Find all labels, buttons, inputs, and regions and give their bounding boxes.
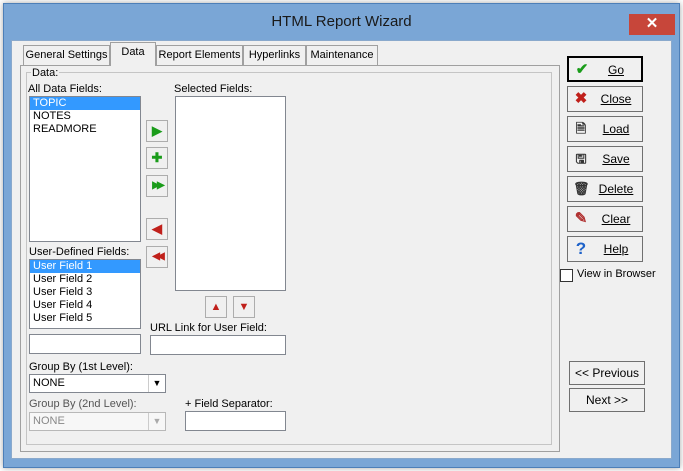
- arrow-up-icon: ▲: [210, 301, 222, 313]
- chevron-down-icon[interactable]: ▼: [148, 413, 165, 430]
- group-by-1-label: Group By (1st Level):: [29, 361, 133, 373]
- list-item[interactable]: User Field 2: [30, 273, 140, 286]
- save-document-icon: 🖫: [575, 151, 587, 166]
- tab-hyperlinks[interactable]: Hyperlinks: [243, 45, 306, 65]
- view-in-browser-label[interactable]: View in Browser: [577, 268, 656, 280]
- tab-report-elements[interactable]: Report Elements: [156, 45, 243, 65]
- remove-field-button[interactable]: ◀: [146, 218, 168, 240]
- document-icon: 🗎: [575, 121, 587, 136]
- list-item[interactable]: User Field 1: [30, 260, 140, 273]
- double-arrow-right-icon: ▶▶: [152, 180, 165, 191]
- url-link-label: URL Link for User Field:: [150, 322, 267, 334]
- double-arrow-left-icon: ◀◀: [152, 251, 165, 262]
- user-field-name-input[interactable]: [29, 334, 141, 354]
- user-defined-fields-label: User-Defined Fields:: [29, 246, 130, 258]
- list-item[interactable]: User Field 3: [30, 286, 140, 299]
- clear-button-label: Clear: [601, 212, 631, 226]
- save-button-label: Save: [602, 152, 630, 166]
- clear-button[interactable]: ✎ Clear: [567, 206, 643, 232]
- selected-fields-list[interactable]: [175, 96, 286, 291]
- check-icon: ✔: [575, 61, 589, 78]
- close-button-label: Close: [600, 92, 632, 106]
- move-up-button[interactable]: ▲: [205, 296, 227, 318]
- load-button[interactable]: 🗎 Load: [567, 116, 643, 142]
- list-item[interactable]: READMORE: [30, 123, 140, 136]
- add-plus-button[interactable]: ✚: [146, 147, 168, 169]
- add-all-fields-button[interactable]: ▶▶: [146, 175, 168, 197]
- go-button-label: Go: [607, 63, 624, 77]
- close-button[interactable]: ✖ Close: [567, 86, 643, 112]
- x-icon: ✖: [574, 90, 588, 107]
- group-by-1-value: NONE: [33, 377, 65, 389]
- arrow-left-icon: ◀: [152, 221, 162, 236]
- group-by-1-select[interactable]: NONE ▼: [29, 374, 166, 393]
- view-in-browser-checkbox[interactable]: [560, 269, 573, 282]
- data-group-label: Data:: [31, 67, 60, 79]
- move-down-button[interactable]: ▼: [233, 296, 255, 318]
- chevron-down-icon[interactable]: ▼: [148, 375, 165, 392]
- all-data-fields-label: All Data Fields:: [28, 83, 102, 95]
- tab-general-settings[interactable]: General Settings: [23, 45, 110, 65]
- list-item[interactable]: TOPIC: [30, 97, 140, 110]
- save-button[interactable]: 🖫 Save: [567, 146, 643, 172]
- arrow-down-icon: ▼: [238, 301, 250, 313]
- go-button[interactable]: ✔ Go: [567, 56, 643, 82]
- group-by-2-label: Group By (2nd Level):: [29, 398, 137, 410]
- arrow-right-icon: ▶: [152, 123, 162, 138]
- next-button[interactable]: Next >>: [569, 388, 645, 412]
- tab-data[interactable]: Data: [110, 42, 156, 66]
- tab-maintenance[interactable]: Maintenance: [306, 45, 378, 65]
- help-button[interactable]: ? Help: [567, 236, 643, 262]
- plus-icon: ✚: [151, 150, 163, 165]
- title-bar[interactable]: HTML Report Wizard ✕: [4, 4, 679, 40]
- list-item[interactable]: NOTES: [30, 110, 140, 123]
- load-button-label: Load: [602, 122, 630, 136]
- broom-icon: ✎: [574, 210, 588, 227]
- field-separator-label: + Field Separator:: [185, 398, 273, 410]
- window-title: HTML Report Wizard: [271, 13, 412, 30]
- list-item[interactable]: User Field 4: [30, 299, 140, 312]
- question-icon: ?: [575, 239, 587, 258]
- delete-button[interactable]: 🗑 Delete: [567, 176, 643, 202]
- remove-all-fields-button[interactable]: ◀◀: [146, 246, 168, 268]
- help-button-label: Help: [603, 242, 629, 256]
- url-link-input[interactable]: [150, 335, 286, 355]
- window-close-button[interactable]: ✕: [629, 14, 675, 35]
- all-data-fields-list[interactable]: TOPIC NOTES READMORE: [29, 96, 141, 242]
- add-field-button[interactable]: ▶: [146, 120, 168, 142]
- field-separator-input[interactable]: [185, 411, 286, 431]
- selected-fields-label: Selected Fields:: [174, 83, 253, 95]
- list-item[interactable]: User Field 5: [30, 312, 140, 325]
- previous-button[interactable]: << Previous: [569, 361, 645, 385]
- delete-button-label: Delete: [598, 182, 634, 196]
- trash-icon: 🗑: [573, 181, 590, 196]
- group-by-2-select[interactable]: NONE ▼: [29, 412, 166, 431]
- user-defined-fields-list[interactable]: User Field 1 User Field 2 User Field 3 U…: [29, 259, 141, 329]
- group-by-2-value: NONE: [33, 415, 65, 427]
